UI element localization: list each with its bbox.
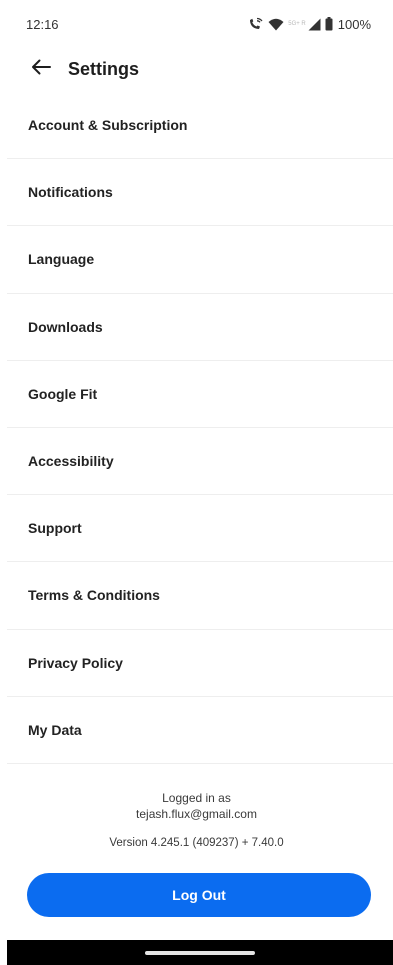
app-version: Version 4.245.1 (409237) + 7.40.0 [109,837,284,849]
network-type-label: 5G+ R [288,21,306,27]
wifi-icon [268,18,284,31]
settings-item-label: Language [28,251,95,268]
settings-item-label: Support [28,520,82,537]
logged-in-label: Logged in as [162,791,231,805]
settings-item-label: Downloads [28,318,103,335]
status-bar: 12:16 5G+ R 100% [0,0,393,48]
battery-percentage: 100% [337,16,371,32]
arrow-left-icon [31,59,51,80]
settings-item-google-fit[interactable]: Google Fit [7,361,393,428]
settings-item-privacy-policy[interactable]: Privacy Policy [7,630,393,697]
log-out-button[interactable]: Log Out [27,873,371,917]
account-email: tejash.flux@gmail.com [136,807,257,821]
settings-item-my-data[interactable]: My Data [7,697,393,764]
settings-item-notifications[interactable]: Notifications [7,159,393,227]
settings-item-support[interactable]: Support [7,495,393,563]
settings-item-label: Privacy Policy [28,654,123,671]
back-button[interactable] [30,58,52,80]
home-gesture-handle[interactable] [145,950,255,955]
cell-signal-icon [308,18,321,31]
settings-item-label: Notifications [28,184,113,201]
app-header: Settings [0,48,393,90]
battery-icon [325,17,333,31]
settings-item-accessibility[interactable]: Accessibility [7,428,393,496]
page-title: Settings [68,58,140,79]
settings-item-label: My Data [28,721,82,738]
settings-item-label: Google Fit [28,385,98,402]
settings-screen: 12:16 5G+ R 100% Settings Account & Subs… [0,0,393,965]
settings-item-downloads[interactable]: Downloads [7,294,393,361]
settings-item-label: Accessibility [28,453,114,470]
settings-item-language[interactable]: Language [7,226,393,294]
settings-item-label: Account & Subscription [28,117,188,134]
settings-list: Account & Subscription Notifications Lan… [7,92,393,764]
system-navigation-bar [7,940,393,965]
status-time: 12:16 [26,16,59,32]
settings-item-label: Terms & Conditions [28,587,160,604]
logged-in-info: Logged in as tejash.flux@gmail.com [0,790,393,822]
status-icons: 5G+ R 100% [248,17,371,32]
wifi-calling-icon [248,17,264,31]
settings-item-terms-conditions[interactable]: Terms & Conditions [7,562,393,630]
settings-item-account-subscription[interactable]: Account & Subscription [7,92,393,160]
